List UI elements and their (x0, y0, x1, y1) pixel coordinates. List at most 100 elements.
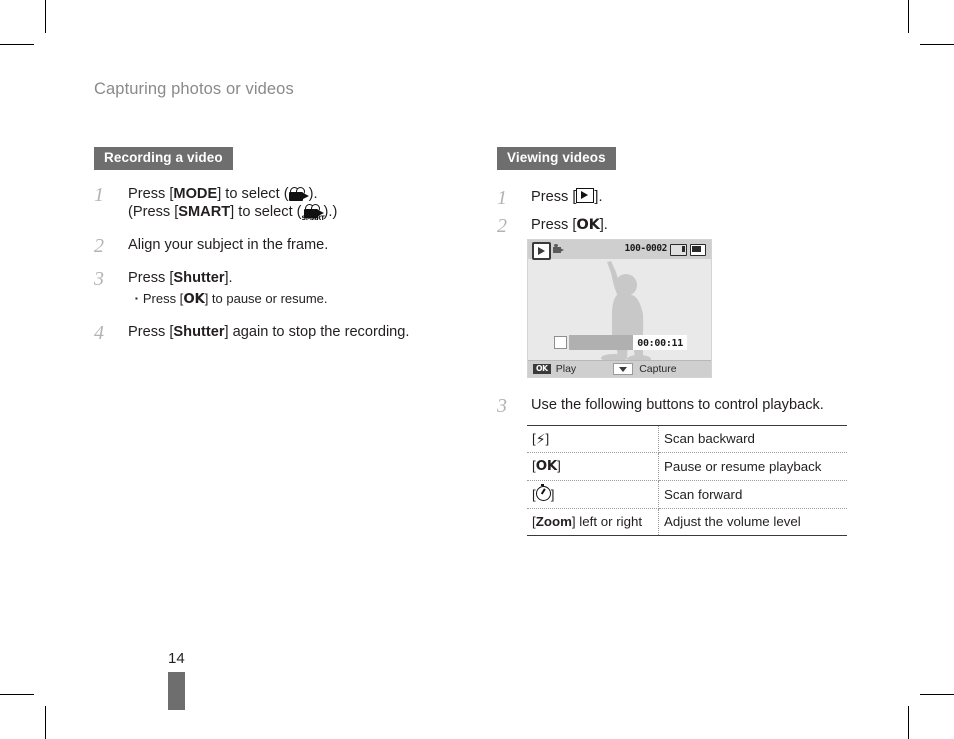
step-text-part: ).) (323, 204, 338, 221)
battery-icon (690, 244, 706, 256)
table-row: [] Scan forward (527, 480, 847, 510)
step-sub-note: Press [OK] to pause or resume. (128, 291, 474, 308)
crop-mark-bottom-left-horizontal (0, 694, 34, 695)
lcd-play-label: Play (555, 363, 577, 375)
table-cell-button: [OK] (527, 452, 659, 482)
crop-mark-top-right-vertical (908, 0, 909, 33)
step-item: 2 Press [OK]. (497, 215, 897, 237)
step-text: Press [MODE] to select (). (128, 185, 474, 204)
step-text: Align your subject in the frame. (128, 237, 329, 254)
step-number: 3 (497, 395, 507, 417)
step-text-part: Press [ (531, 188, 577, 205)
crop-mark-bottom-left-vertical (45, 706, 46, 739)
key-label-ok: OK (183, 292, 205, 308)
key-label: SMART (178, 204, 231, 221)
lcd-file-number: 100-0002 (624, 243, 667, 254)
bracket-close: ] (550, 487, 555, 503)
step-text-part: Press [ (128, 185, 174, 202)
down-arrow-icon (613, 363, 634, 375)
step-text: Press [OK]. (531, 216, 897, 235)
step-text-part: ]. (224, 270, 233, 287)
step-text-part: Press [ (531, 217, 577, 234)
table-cell-button: [⚡] (527, 425, 659, 453)
step-number: 2 (497, 215, 507, 238)
step-text-secondary: (Press [SMART] to select (SMART).) (128, 203, 474, 222)
viewing-steps-list: 1 Press []. 2 Press [OK]. (497, 187, 897, 238)
step-number: 1 (94, 183, 104, 206)
step-item: 1 Press []. (497, 187, 897, 209)
table-row: [Zoom] left or right Adjust the volume l… (527, 508, 847, 536)
table-cell-action: Scan forward (658, 480, 847, 510)
step-text-part: ]. (594, 188, 603, 205)
key-label: MODE (173, 185, 218, 202)
step-text-part: ]. (599, 217, 608, 234)
table-row: [OK] Pause or resume playback (527, 452, 847, 482)
table-row: [⚡] Scan backward (527, 425, 847, 453)
step-number: 4 (94, 321, 104, 344)
camera-lcd-screenshot: 100-0002 00:00:11 OK Play Capture (527, 239, 712, 378)
table-cell-action: Pause or resume playback (658, 452, 847, 482)
bracket-close: ] left or right (571, 514, 643, 530)
lcd-capture-label: Capture (639, 363, 677, 375)
play-button-icon (576, 187, 595, 203)
bracket-close: ] (545, 431, 550, 446)
step-text-part: ] to select ( (217, 185, 289, 202)
crop-mark-top-left-vertical (45, 0, 46, 33)
page-number: 14 (168, 650, 185, 667)
step-item: 4 Press [Shutter] again to stop the reco… (94, 322, 474, 344)
smart-movie-mode-icon: SMART (302, 204, 325, 222)
crop-mark-bottom-right-vertical (908, 706, 909, 739)
step-text-part: ). (308, 185, 318, 202)
movie-file-icon (553, 244, 564, 253)
bracket-close: ] (557, 458, 561, 473)
step-text-part: ] to select ( (230, 204, 302, 221)
page-thumb-tab (168, 672, 185, 710)
key-label: Shutter (173, 270, 225, 287)
play-mode-icon (532, 242, 551, 260)
step-item: 1 Press [MODE] to select (). (Press [SMA… (94, 183, 474, 223)
step-text: Press []. (531, 187, 897, 207)
step-number: 3 (94, 268, 104, 291)
progress-bar-track (569, 335, 634, 350)
section-heading-viewing-videos: Viewing videos (497, 147, 616, 170)
step-text-part: Press [ (142, 291, 184, 307)
page-title: Capturing photos or videos (94, 80, 294, 98)
step-item: 3 Use the following buttons to control p… (497, 395, 897, 417)
step-text-part: ] again to stop the recording. (224, 323, 410, 340)
step-text: Press [Shutter] again to stop the record… (128, 323, 474, 342)
right-column: Viewing videos 1 Press []. 2 Press [OK]. (497, 147, 897, 243)
step-item: 3 Press [Shutter]. Press [OK] to pause o… (94, 268, 474, 308)
crop-mark-bottom-right-horizontal (920, 694, 954, 695)
stop-marker-icon (554, 336, 567, 349)
step-number: 2 (94, 235, 104, 258)
key-label: Zoom (535, 514, 572, 530)
crop-mark-top-left-horizontal (0, 44, 34, 45)
step-text-part: ] to pause or resume. (204, 291, 328, 307)
step-text-part: Press [ (128, 323, 174, 340)
memory-card-icon (670, 244, 687, 256)
crop-mark-top-right-horizontal (920, 44, 954, 45)
section-heading-recording-a-video: Recording a video (94, 147, 233, 170)
movie-mode-icon (288, 186, 309, 201)
key-label-ok: OK (535, 459, 558, 474)
step-item: 2 Align your subject in the frame. (94, 235, 474, 257)
step-text-part: (Press [ (128, 204, 179, 221)
step-text: Use the following buttons to control pla… (531, 397, 824, 413)
table-cell-action: Adjust the volume level (658, 508, 847, 536)
left-column: Recording a video 1 Press [MODE] to sele… (94, 147, 474, 350)
elapsed-time-label: 00:00:11 (633, 335, 687, 350)
key-label-ok: OK (576, 216, 600, 234)
lcd-bottom-bar: OK Play Capture (528, 360, 711, 377)
lcd-playback-progress: 00:00:11 (554, 335, 687, 350)
flash-button-icon: ⚡ (535, 432, 546, 448)
playback-controls-table: [⚡] Scan backward [OK] Pause or resume p… (527, 425, 847, 536)
recording-steps-list: 1 Press [MODE] to select (). (Press [SMA… (94, 183, 474, 344)
table-cell-button: [Zoom] left or right (527, 508, 659, 536)
step-number: 1 (497, 186, 507, 209)
step-text: Press [Shutter]. (128, 269, 474, 288)
step-text-part: Press [ (128, 270, 174, 287)
key-label: Shutter (173, 323, 225, 340)
table-cell-action: Scan backward (658, 425, 847, 453)
table-cell-button: [] (527, 480, 659, 510)
timer-button-icon (535, 483, 551, 502)
